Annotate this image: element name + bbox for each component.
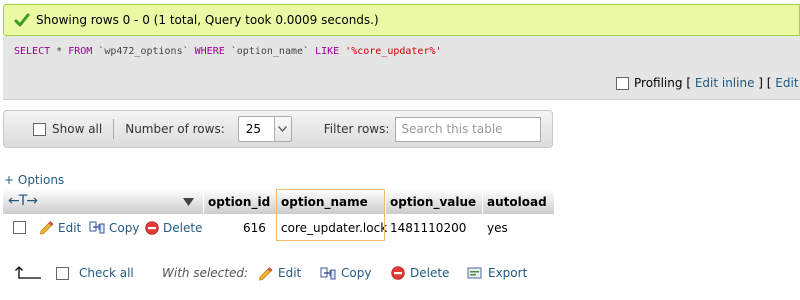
- pencil-icon: [40, 221, 54, 235]
- profiling-checkbox[interactable]: [616, 76, 629, 90]
- bracket-open: [: [682, 76, 695, 90]
- row-select[interactable]: [13, 214, 26, 241]
- bracket-mid: ] [: [754, 76, 776, 90]
- sql-column-name: `option_name`: [224, 46, 316, 57]
- delete-icon: [145, 220, 159, 235]
- column-header-option-name[interactable]: option_name: [276, 189, 385, 214]
- bulk-edit-label: Edit: [278, 266, 302, 280]
- cell-option-value[interactable]: 1481110200: [390, 214, 466, 241]
- bulk-delete-button[interactable]: Delete: [391, 258, 449, 288]
- options-link[interactable]: + Options: [4, 173, 64, 187]
- sql-star: *: [50, 46, 69, 57]
- sql-keyword-from: FROM: [68, 46, 93, 57]
- bulk-copy-button[interactable]: Copy: [320, 258, 371, 288]
- copy-icon: [320, 267, 336, 279]
- divider: [113, 119, 115, 139]
- sql-query-box: SELECT * FROM `wp472_options` WHERE `opt…: [3, 36, 800, 100]
- row-delete-label: Delete: [163, 220, 203, 235]
- edit-link[interactable]: Edit: [775, 76, 798, 90]
- rows-per-page-value: 25: [245, 122, 262, 136]
- show-all-checkbox[interactable]: [33, 122, 46, 136]
- row-checkbox[interactable]: [13, 221, 26, 234]
- edit-inline-link[interactable]: Edit inline: [695, 76, 755, 90]
- show-all-label: Show all: [52, 122, 103, 136]
- sql-keyword-where: WHERE: [194, 46, 225, 57]
- sort-down-icon[interactable]: [183, 195, 194, 209]
- number-of-rows-label: Number of rows:: [125, 122, 225, 136]
- check-all-link[interactable]: Check all: [79, 258, 134, 288]
- success-text: Showing rows 0 - 0 (1 total, Query took …: [36, 13, 379, 27]
- profiling-label: Profiling: [634, 76, 683, 90]
- sql-table-name: `wp472_options`: [92, 46, 195, 57]
- dropdown-arrow-icon[interactable]: [273, 117, 291, 141]
- row-copy-action[interactable]: Copy: [89, 214, 139, 241]
- sql-keyword-like: LIKE: [315, 46, 340, 57]
- sql-pattern: '%core_updater%': [339, 46, 442, 57]
- filter-rows-input[interactable]: Search this table: [395, 116, 542, 142]
- arrow-up-left-icon: [14, 258, 47, 288]
- column-header-option-value[interactable]: option_value: [385, 189, 482, 214]
- row-edit-label: Edit: [58, 220, 82, 235]
- bulk-delete-label: Delete: [410, 266, 450, 280]
- row-edit-action[interactable]: Edit: [39, 214, 81, 241]
- navigation-bar: Show all Number of rows: 25 Filter rows:…: [3, 110, 553, 148]
- check-all-checkbox[interactable]: [56, 258, 69, 288]
- filter-rows-label: Filter rows:: [323, 122, 390, 136]
- table-row: Edit Copy Delete 616 core_updater.lock 1…: [3, 214, 554, 241]
- cell-autoload[interactable]: yes: [487, 214, 508, 241]
- column-header-option-id[interactable]: option_id: [203, 189, 276, 214]
- bulk-export-button[interactable]: Export: [467, 258, 527, 288]
- pencil-icon: [259, 266, 273, 280]
- show-all-toggle[interactable]: Show all: [33, 122, 102, 136]
- cell-option-name[interactable]: core_updater.lock: [281, 214, 387, 241]
- check-icon: [14, 13, 30, 27]
- row-delete-action[interactable]: Delete: [145, 214, 202, 241]
- sql-query[interactable]: SELECT * FROM `wp472_options` WHERE `opt…: [14, 46, 442, 57]
- cell-option-id[interactable]: 616: [243, 214, 266, 241]
- bulk-copy-label: Copy: [341, 266, 372, 280]
- phpmyadmin-results-view: Showing rows 0 - 0 (1 total, Query took …: [0, 0, 800, 300]
- rows-per-page-select[interactable]: 25: [237, 116, 292, 142]
- bulk-edit-button[interactable]: Edit: [258, 258, 301, 288]
- row-copy-label: Copy: [109, 220, 140, 235]
- copy-icon: [89, 221, 105, 234]
- sql-keyword-select: SELECT: [14, 46, 51, 57]
- table-header: ←T→ option_id option_name option_value a…: [3, 189, 554, 214]
- export-icon: [467, 267, 482, 279]
- sql-actions: Profiling [ Edit inline ] [ Edit ] [: [616, 76, 800, 90]
- bulk-export-label: Export: [488, 266, 528, 280]
- delete-icon: [391, 266, 405, 280]
- column-arrows-icon[interactable]: ←T→: [8, 193, 38, 209]
- bulk-actions-bar: Check all With selected: Edit Copy Delet…: [0, 258, 560, 288]
- check-all-box[interactable]: [56, 266, 69, 280]
- with-selected-label: With selected:: [162, 266, 249, 280]
- success-message: Showing rows 0 - 0 (1 total, Query took …: [3, 4, 800, 36]
- column-header-autoload[interactable]: autoload: [482, 189, 554, 214]
